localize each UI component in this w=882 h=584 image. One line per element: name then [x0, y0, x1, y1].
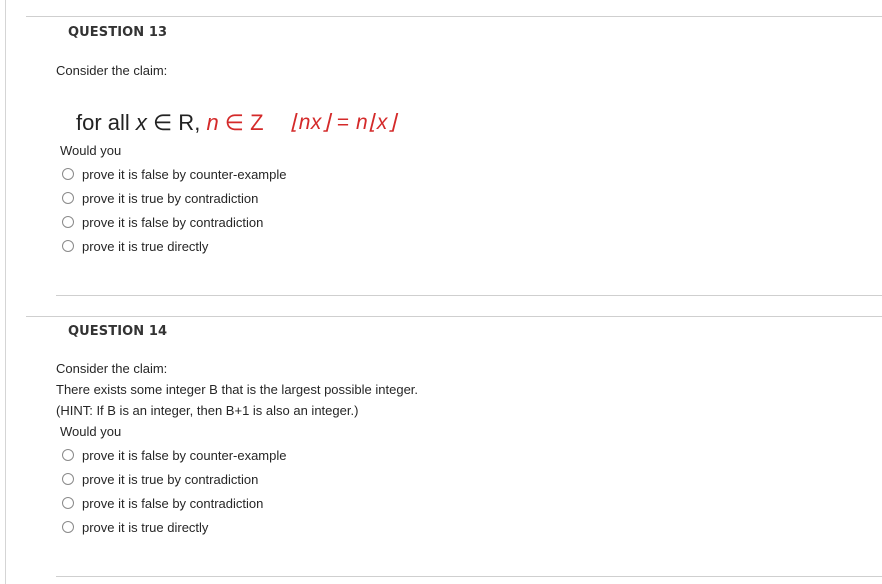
radio-button-icon[interactable] — [62, 192, 74, 204]
question-13-top-divider — [26, 16, 882, 17]
question-13-option[interactable]: prove it is true directly — [62, 237, 208, 255]
option-label[interactable]: prove it is false by contradiction — [82, 496, 263, 511]
radio-button-icon[interactable] — [62, 449, 74, 461]
question-13-prompt: Would you — [60, 143, 122, 158]
question-13-heading: QUESTION 13 — [68, 25, 168, 40]
radio-button-icon[interactable] — [62, 240, 74, 252]
radio-button-icon[interactable] — [62, 168, 74, 180]
claim-prefix: for all — [76, 110, 136, 135]
claim-var-n: n — [206, 110, 219, 135]
radio-button-icon[interactable] — [62, 473, 74, 485]
radio-button-icon[interactable] — [62, 216, 74, 228]
question-13-bottom-divider — [56, 295, 882, 296]
question-13-option[interactable]: prove it is true by contradiction — [62, 189, 258, 207]
question-14-option[interactable]: prove it is false by counter-example — [62, 446, 286, 464]
question-14-prompt: Would you — [60, 424, 122, 439]
radio-button-icon[interactable] — [62, 497, 74, 509]
question-14-option[interactable]: prove it is false by contradiction — [62, 494, 263, 512]
option-label[interactable]: prove it is false by contradiction — [82, 215, 263, 230]
question-14-statement: There exists some integer B that is the … — [56, 382, 419, 397]
radio-button-icon[interactable] — [62, 521, 74, 533]
option-label[interactable]: prove it is false by counter-example — [82, 448, 286, 463]
question-13-intro: Consider the claim: — [56, 63, 168, 78]
claim-var-x: x — [135, 110, 147, 135]
question-14-intro: Consider the claim: — [56, 361, 168, 376]
question-13-claim: for all x ∈ R, n ∈ Z — [76, 110, 264, 136]
question-14-heading: QUESTION 14 — [68, 324, 168, 339]
claim-in-z: ∈ Z — [218, 110, 264, 135]
option-label[interactable]: prove it is true by contradiction — [82, 191, 258, 206]
question-14-bottom-divider — [56, 576, 882, 577]
option-label[interactable]: prove it is true by contradiction — [82, 472, 258, 487]
formula-equals: = — [330, 111, 357, 134]
question-13-option[interactable]: prove it is false by counter-example — [62, 165, 286, 183]
claim-in-r: ∈ R, — [146, 110, 207, 135]
left-border — [5, 0, 6, 584]
option-label[interactable]: prove it is true directly — [82, 239, 208, 254]
formula-rhs: n⌊x⌋ — [356, 111, 397, 134]
question-14-top-divider — [26, 316, 882, 317]
question-14-option[interactable]: prove it is true by contradiction — [62, 470, 258, 488]
formula-lhs: ⌊nx⌋ — [290, 111, 331, 134]
option-label[interactable]: prove it is true directly — [82, 520, 208, 535]
option-label[interactable]: prove it is false by counter-example — [82, 167, 286, 182]
question-14-hint: (HINT: If B is an integer, then B+1 is a… — [56, 403, 359, 418]
question-13-formula: ⌊nx⌋ = n⌊x⌋ — [290, 110, 397, 135]
question-14-option[interactable]: prove it is true directly — [62, 518, 208, 536]
question-13-option[interactable]: prove it is false by contradiction — [62, 213, 263, 231]
